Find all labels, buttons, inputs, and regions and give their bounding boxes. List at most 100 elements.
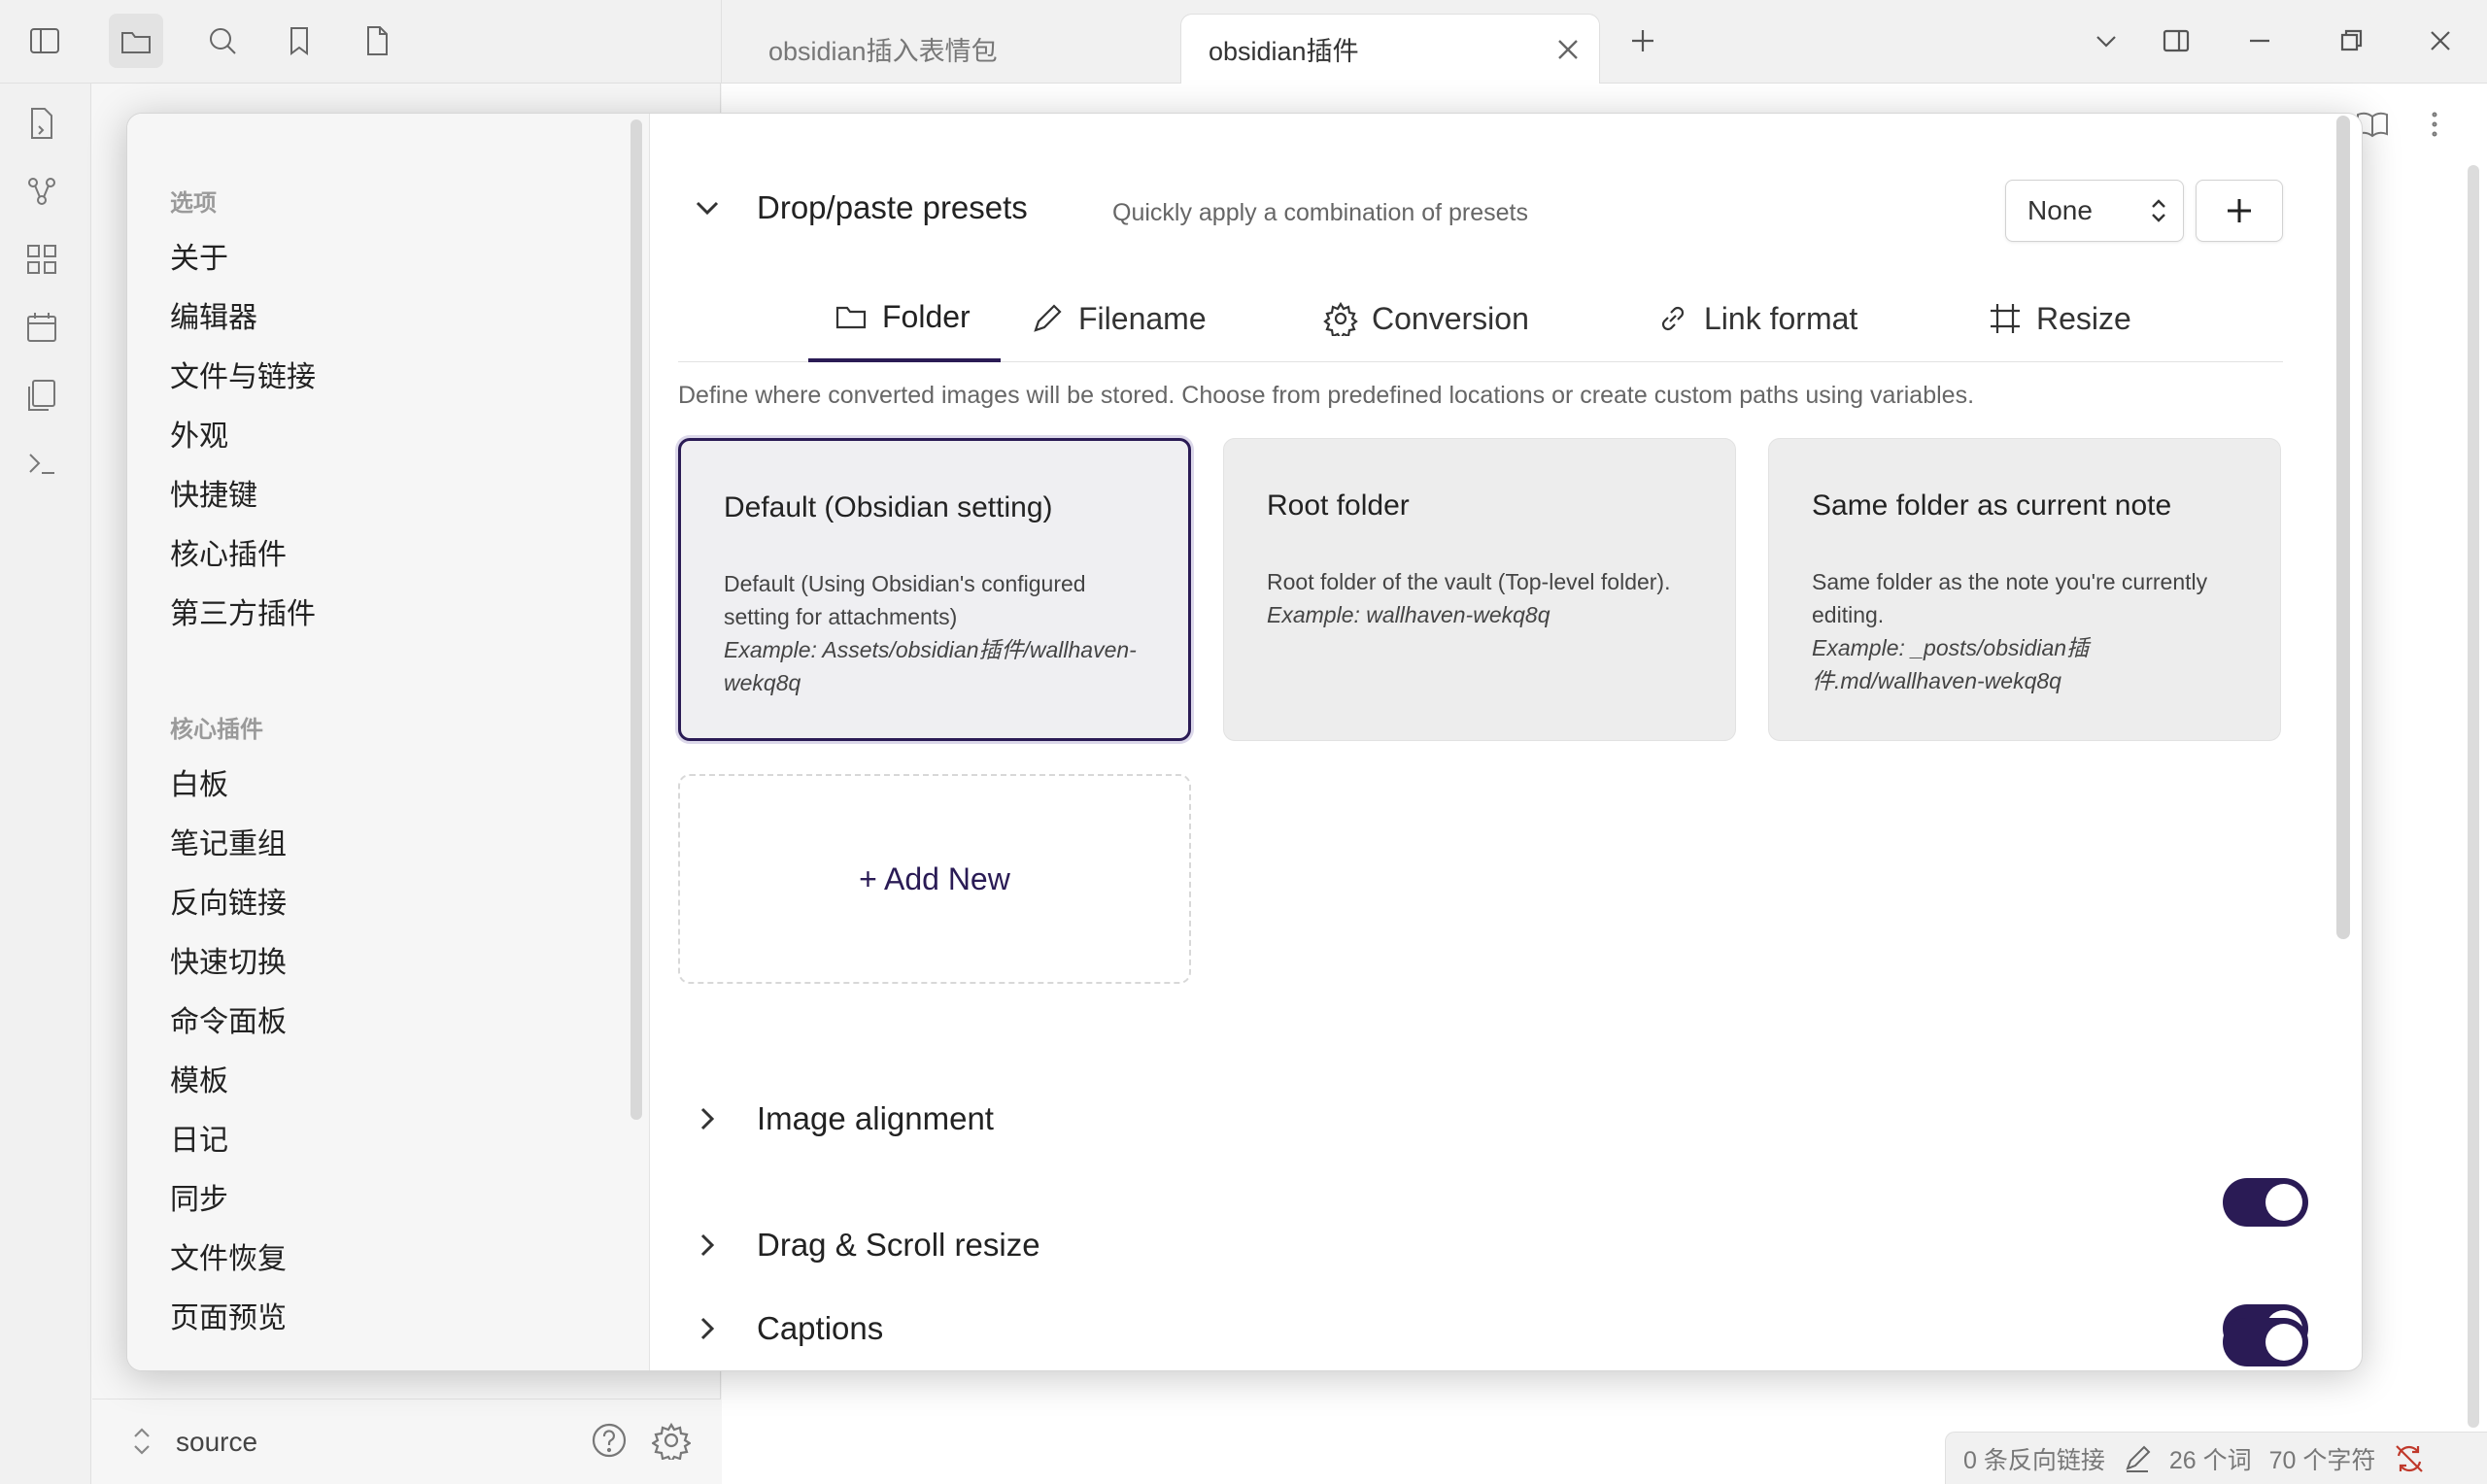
preset-tabs: Folder Filename Conversion Link format R… [678, 275, 2283, 362]
sidebar-item-page-preview[interactable]: 页面预览 [170, 1296, 287, 1342]
minimize-icon[interactable] [2238, 19, 2281, 62]
search-icon[interactable] [195, 14, 250, 68]
tab-conversion[interactable]: Conversion [1323, 275, 1529, 362]
tab-resize-label: Resize [2036, 300, 2131, 336]
chevron-down-icon[interactable] [2085, 19, 2128, 62]
card-title: Same folder as current note [1812, 489, 2172, 522]
chevron-right-icon[interactable] [691, 1312, 730, 1351]
card-description: Root folder of the vault (Top-level fold… [1267, 569, 1671, 594]
restore-icon[interactable] [2330, 19, 2372, 62]
section-title: Image alignment [757, 1100, 994, 1136]
plus-icon [2228, 199, 2251, 222]
sidebar-toggle-icon[interactable] [17, 14, 72, 68]
tab-link-format-label: Link format [1704, 300, 1858, 336]
folder-option-same-as-note[interactable]: Same folder as current note Same folder … [1768, 438, 2281, 741]
sidebar-scrollbar[interactable] [630, 119, 642, 1120]
folder-icon[interactable] [109, 14, 163, 68]
card-description: Same folder as the note you're currently… [1812, 569, 2208, 627]
tab-obsidian-emoji[interactable]: obsidian插入表情包 [741, 14, 1159, 84]
link-icon [1661, 306, 1685, 331]
sidebar-item-sync[interactable]: 同步 [170, 1177, 228, 1224]
open-quick-switcher-icon[interactable] [23, 105, 68, 150]
tab-filename[interactable]: Filename [1030, 275, 1207, 362]
section-drag-scroll-resize[interactable]: Drag & Scroll resize [691, 1213, 2307, 1281]
chevron-right-icon[interactable] [691, 1229, 730, 1267]
tab-folder[interactable]: Folder [808, 275, 1001, 362]
tab-conversion-label: Conversion [1372, 300, 1529, 336]
title-bar: obsidian插入表情包 obsidian插件 [0, 0, 2487, 84]
more-options-icon[interactable] [2417, 107, 2452, 142]
sidebar-item-hotkeys[interactable]: 快捷键 [170, 473, 257, 520]
sidebar-item-editor[interactable]: 编辑器 [170, 295, 257, 342]
sidebar-item-about[interactable]: 关于 [170, 236, 228, 283]
card-example: Example: Assets/obsidian插件/wallhaven-wek… [724, 637, 1137, 695]
window-close-icon[interactable] [2419, 19, 2462, 62]
close-icon[interactable] [1554, 36, 1582, 63]
add-preset-button[interactable] [2196, 180, 2283, 242]
sidebar-item-appearance[interactable]: 外观 [170, 414, 228, 460]
sidebar-item-templates[interactable]: 模板 [170, 1059, 228, 1105]
captions-toggle[interactable] [2223, 1318, 2308, 1366]
char-count: 70 个字符 [2268, 1446, 2376, 1474]
add-new-folder-option-button[interactable]: + Add New [678, 774, 1191, 984]
folder-intro-text: Define where converted images will be st… [678, 382, 1975, 409]
chevron-down-icon[interactable] [691, 191, 730, 230]
section-title: Drag & Scroll resize [757, 1227, 1040, 1263]
status-bar: 0 条反向链接 26 个词 70 个字符 [1945, 1432, 2487, 1484]
presets-description: Quickly apply a combination of presets [1112, 199, 1528, 226]
vault-name[interactable]: source [176, 1427, 257, 1458]
sidebar-item-canvas[interactable]: 白板 [170, 762, 228, 809]
tab-link-format[interactable]: Link format [1655, 275, 1857, 362]
settings-content: Drop/paste presets Quickly apply a combi… [652, 114, 2362, 1370]
sidebar-item-daily-notes[interactable]: 日记 [170, 1118, 228, 1164]
crop-icon [1991, 304, 2020, 333]
sidebar-item-files-links[interactable]: 文件与链接 [170, 354, 316, 401]
help-icon[interactable] [590, 1421, 629, 1460]
edit-mode-icon[interactable] [2123, 1444, 2152, 1473]
canvas-icon[interactable] [23, 241, 68, 286]
card-description: Default (Using Obsidian's configured set… [724, 571, 1086, 629]
vault-switcher[interactable]: source [92, 1399, 721, 1484]
tab-filename-label: Filename [1078, 300, 1207, 336]
editor-scrollbar[interactable] [2468, 165, 2479, 1428]
templates-icon[interactable] [23, 377, 68, 422]
ribbon [0, 84, 91, 1484]
sidebar-item-file-recovery[interactable]: 文件恢复 [170, 1236, 287, 1283]
sidebar-item-command-palette[interactable]: 命令面板 [170, 999, 287, 1046]
sidebar-item-note-composer[interactable]: 笔记重组 [170, 822, 287, 868]
section-title: Captions [757, 1310, 884, 1346]
bookmark-icon[interactable] [272, 14, 326, 68]
content-scrollbar[interactable] [2336, 116, 2350, 939]
section-image-alignment[interactable]: Image alignment [691, 1087, 2307, 1155]
sidebar-item-backlinks[interactable]: 反向链接 [170, 881, 287, 928]
preset-select-value: None [2027, 195, 2093, 225]
tab-label: obsidian插件 [1209, 37, 1359, 66]
sidebar-item-core-plugins[interactable]: 核心插件 [170, 532, 287, 579]
settings-sidebar: 选项 关于 编辑器 文件与链接 外观 快捷键 核心插件 第三方插件 核心插件 白… [127, 114, 650, 1370]
sidebar-heading-core: 核心插件 [170, 717, 263, 743]
right-sidebar-toggle-icon[interactable] [2155, 19, 2197, 62]
backlinks-count[interactable]: 0 条反向链接 [1963, 1441, 2105, 1476]
gear-icon [1323, 301, 1358, 336]
sync-status-icon[interactable] [2393, 1442, 2426, 1475]
card-title: Default (Obsidian setting) [724, 491, 1053, 523]
section-captions[interactable]: Captions [691, 1297, 2307, 1365]
folder-option-root[interactable]: Root folder Root folder of the vault (To… [1223, 438, 1736, 741]
chevron-up-down-icon[interactable] [127, 1425, 156, 1458]
sidebar-item-community-plugins[interactable]: 第三方插件 [170, 591, 316, 638]
gear-icon[interactable] [652, 1421, 691, 1460]
file-icon[interactable] [350, 14, 404, 68]
folder-option-default[interactable]: Default (Obsidian setting) Default (Usin… [678, 438, 1191, 741]
tab-bar: obsidian插入表情包 obsidian插件 [721, 0, 2110, 84]
calendar-icon[interactable] [23, 309, 68, 354]
tab-obsidian-plugin[interactable]: obsidian插件 [1180, 14, 1600, 84]
tab-resize[interactable]: Resize [1988, 275, 2131, 362]
new-tab-icon[interactable] [1621, 19, 1664, 62]
graph-view-icon[interactable] [23, 173, 68, 218]
terminal-icon[interactable] [23, 445, 68, 489]
chevron-right-icon[interactable] [691, 1102, 730, 1141]
tab-folder-label: Folder [882, 298, 971, 334]
preset-select[interactable]: None [2005, 180, 2184, 242]
sidebar-item-quick-switcher[interactable]: 快速切换 [170, 940, 287, 987]
select-arrows-icon [2148, 196, 2169, 225]
